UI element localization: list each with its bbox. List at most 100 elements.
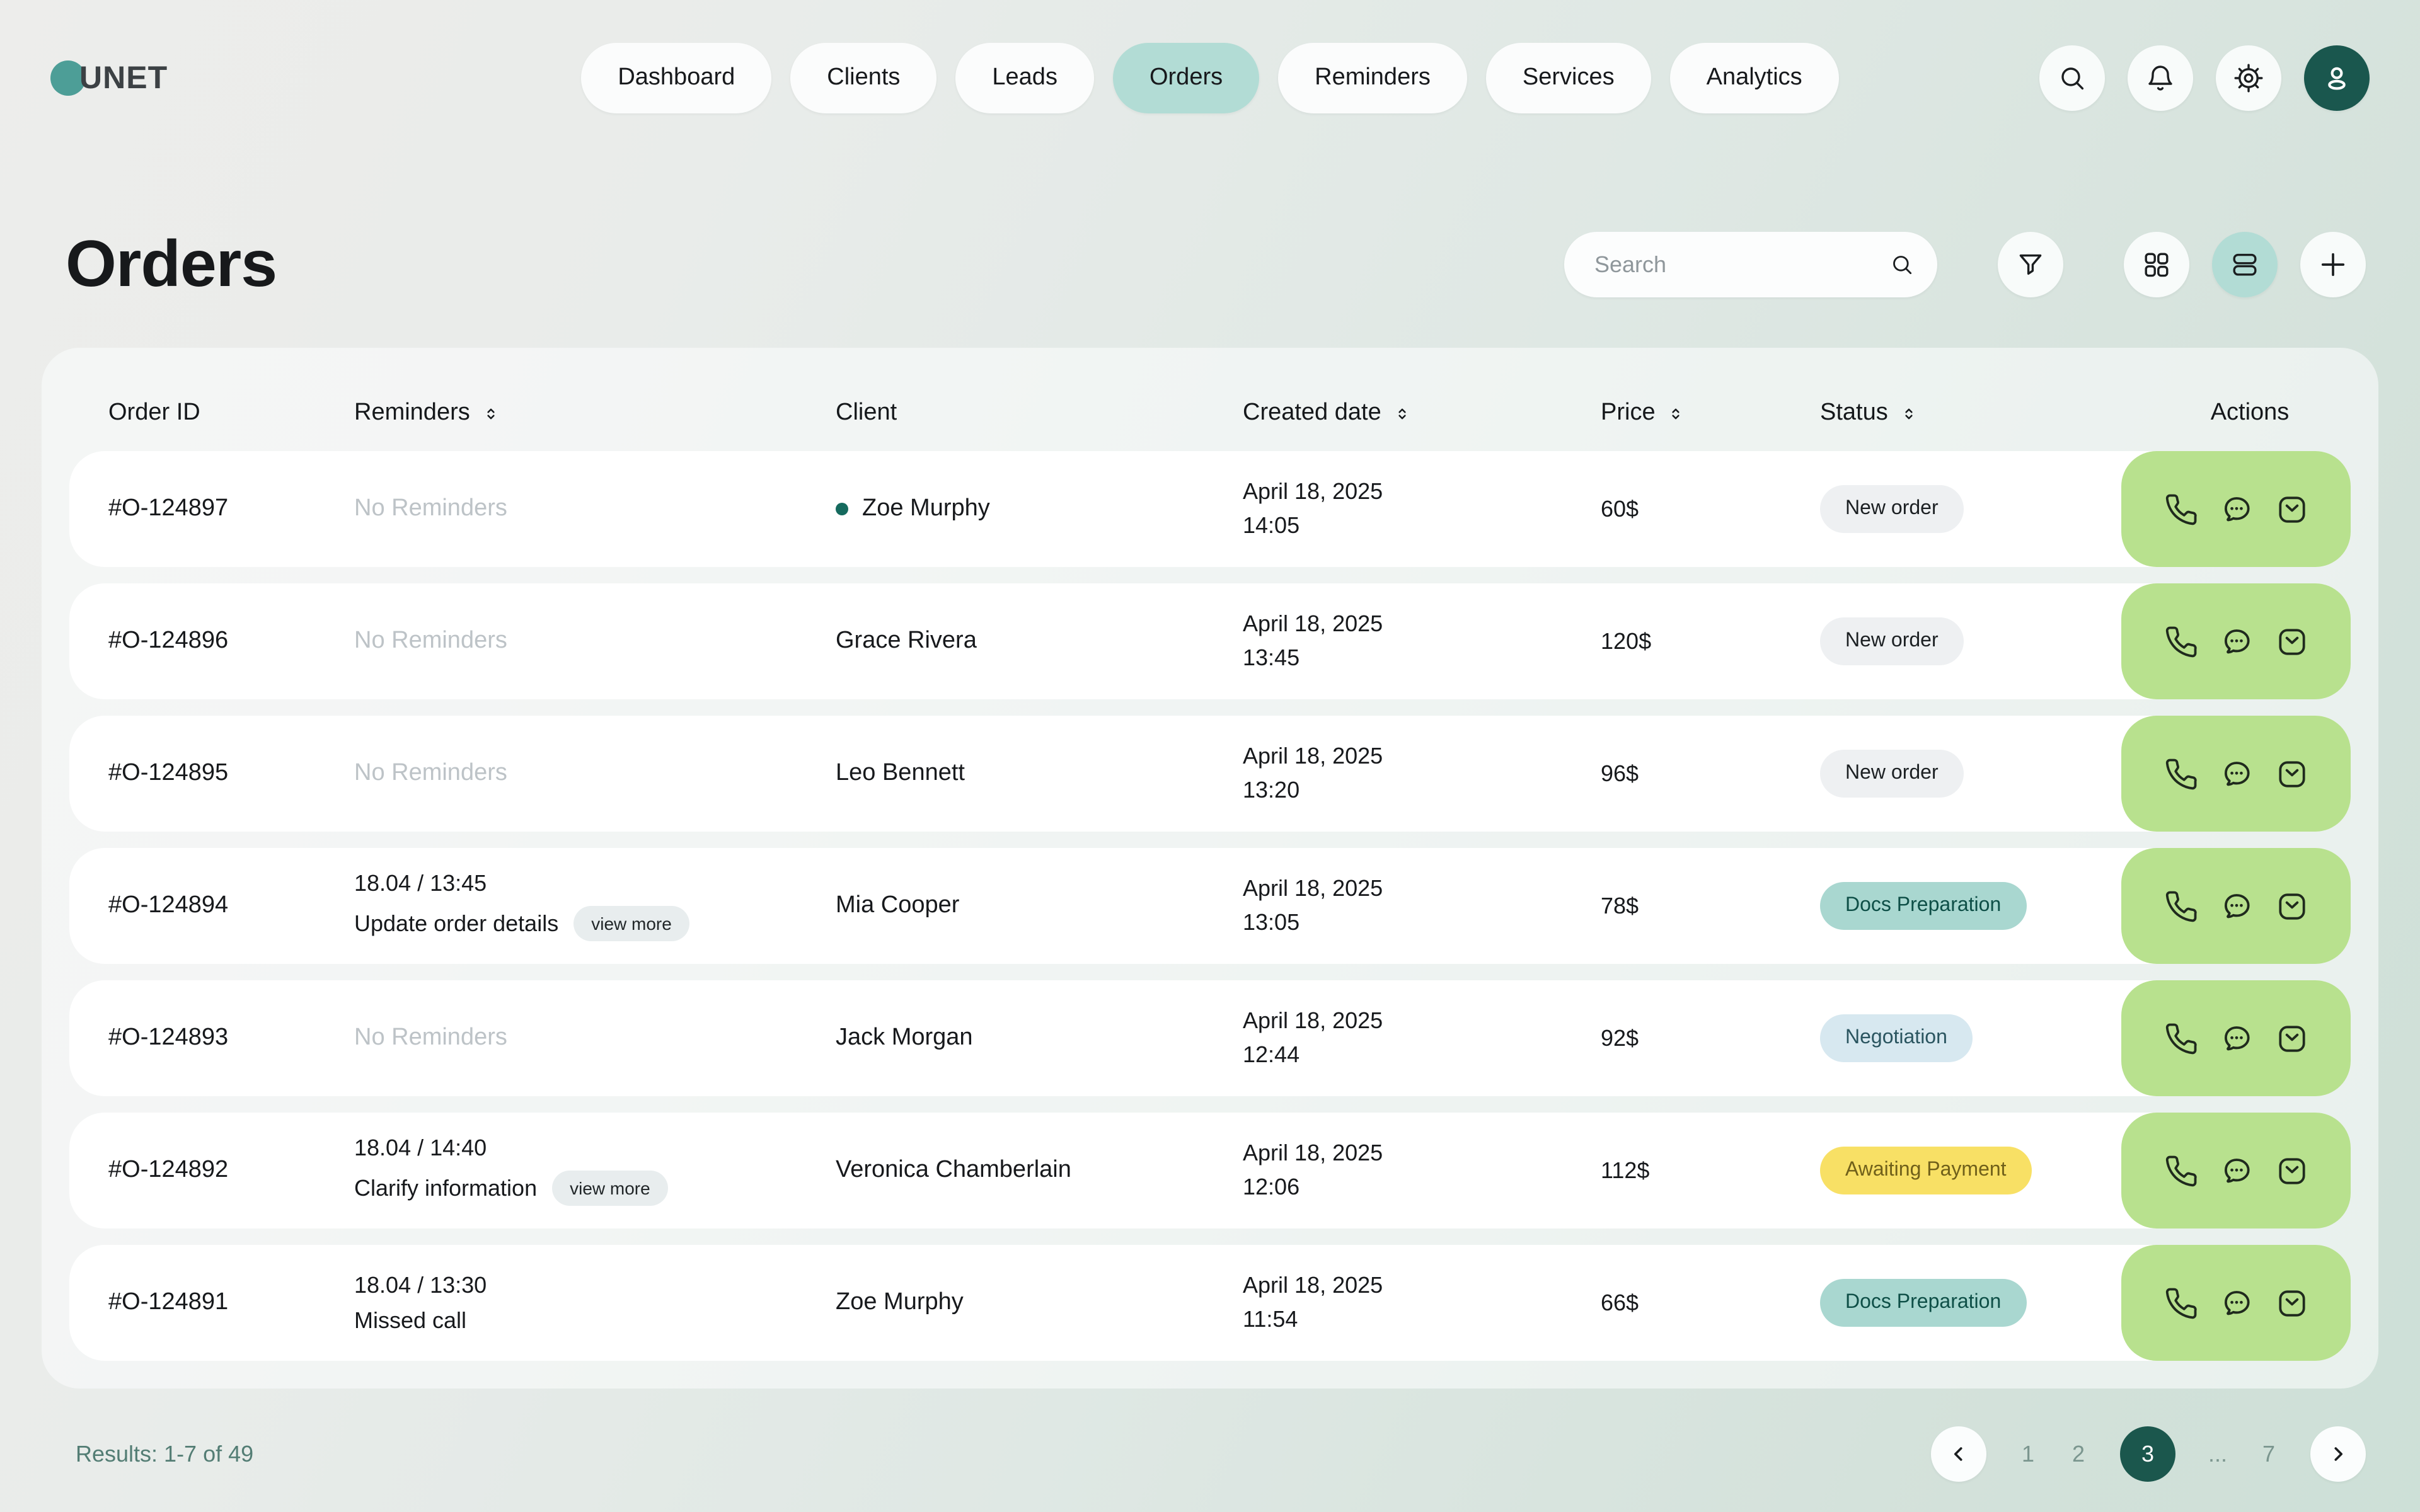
mail-button[interactable] bbox=[2274, 1021, 2308, 1055]
page-number[interactable]: 1 bbox=[2019, 1441, 2037, 1467]
status-cell: New order bbox=[1820, 617, 2135, 665]
call-button[interactable] bbox=[2164, 757, 2198, 791]
filter-button[interactable] bbox=[1998, 232, 2063, 297]
status-badge: Docs Preparation bbox=[1820, 882, 2026, 930]
nav-item-clients[interactable]: Clients bbox=[790, 43, 936, 113]
client-name: Grace Rivera bbox=[836, 627, 977, 655]
grid-view-icon bbox=[2141, 249, 2172, 280]
notifications-button[interactable] bbox=[2128, 45, 2193, 111]
column-header-client: Client bbox=[836, 399, 1243, 427]
chat-button[interactable] bbox=[2219, 624, 2253, 658]
created-date: April 18, 2025 bbox=[1243, 475, 1601, 509]
reminder-detail: 18.04 / 13:45 Update order details view … bbox=[354, 871, 836, 941]
chat-button[interactable] bbox=[2219, 889, 2253, 923]
results-count: Results: 1-7 of 49 bbox=[76, 1441, 253, 1467]
mail-button[interactable] bbox=[2274, 757, 2308, 791]
profile-button[interactable] bbox=[2304, 45, 2370, 111]
no-reminders-label: No Reminders bbox=[354, 1024, 507, 1051]
order-id: #O-124895 bbox=[108, 760, 354, 788]
nav-item-reminders[interactable]: Reminders bbox=[1278, 43, 1467, 113]
call-button[interactable] bbox=[2164, 1286, 2198, 1320]
mail-button[interactable] bbox=[2274, 624, 2308, 658]
sort-reminders-button[interactable] bbox=[481, 404, 500, 423]
sort-created-date-button[interactable] bbox=[1393, 404, 1412, 423]
sort-price-button[interactable] bbox=[1667, 404, 1686, 423]
status-cell: Docs Preparation bbox=[1820, 882, 2135, 930]
client-cell: Leo Bennett bbox=[836, 760, 1243, 788]
chat-button[interactable] bbox=[2219, 492, 2253, 526]
phone-icon bbox=[2164, 1154, 2198, 1188]
search-input[interactable] bbox=[1592, 250, 1889, 279]
call-button[interactable] bbox=[2164, 624, 2198, 658]
status-badge: New order bbox=[1820, 750, 1964, 798]
created-time: 13:05 bbox=[1243, 906, 1601, 940]
created-date: April 18, 2025 bbox=[1243, 1269, 1601, 1303]
created-time: 13:20 bbox=[1243, 774, 1601, 808]
status-badge: Negotiation bbox=[1820, 1014, 1973, 1062]
page-number[interactable]: 7 bbox=[2260, 1441, 2278, 1467]
nav-item-leads[interactable]: Leads bbox=[955, 43, 1094, 113]
nav-item-orders[interactable]: Orders bbox=[1113, 43, 1259, 113]
chat-bubble-icon bbox=[2219, 624, 2253, 658]
next-page-button[interactable] bbox=[2310, 1426, 2366, 1482]
sort-icon bbox=[1667, 404, 1686, 423]
mail-button[interactable] bbox=[2274, 889, 2308, 923]
sort-status-button[interactable] bbox=[1899, 404, 1918, 423]
mail-button[interactable] bbox=[2274, 492, 2308, 526]
status-cell: Awaiting Payment bbox=[1820, 1147, 2135, 1194]
order-id: #O-124896 bbox=[108, 627, 354, 655]
plus-icon bbox=[2317, 248, 2349, 281]
row-actions bbox=[2121, 716, 2351, 832]
call-button[interactable] bbox=[2164, 1021, 2198, 1055]
pagination: 1 2 3 ... 7 bbox=[1931, 1426, 2366, 1482]
logo[interactable]: UNET bbox=[50, 0, 168, 156]
top-bar: UNET Dashboard Clients Leads Orders Remi… bbox=[0, 0, 2420, 156]
order-id: #O-124892 bbox=[108, 1157, 354, 1184]
view-more-button[interactable]: view more bbox=[573, 906, 689, 941]
call-button[interactable] bbox=[2164, 1154, 2198, 1188]
table-row[interactable]: #O-124895 No Reminders Leo Bennett April… bbox=[69, 716, 2351, 832]
search-icon[interactable] bbox=[1889, 249, 1915, 280]
mail-button[interactable] bbox=[2274, 1154, 2308, 1188]
page-number-current[interactable]: 3 bbox=[2120, 1426, 2175, 1482]
search-button[interactable] bbox=[2039, 45, 2105, 111]
view-more-button[interactable]: view more bbox=[552, 1171, 668, 1206]
created-date: April 18, 2025 bbox=[1243, 872, 1601, 906]
order-id: #O-124891 bbox=[108, 1289, 354, 1317]
table-row[interactable]: #O-124891 18.04 / 13:30 Missed call Zoe … bbox=[69, 1245, 2351, 1361]
status-cell: Docs Preparation bbox=[1820, 1279, 2135, 1327]
settings-button[interactable] bbox=[2216, 45, 2281, 111]
price-cell: 66$ bbox=[1601, 1290, 1820, 1316]
table-row[interactable]: #O-124896 No Reminders Grace Rivera Apri… bbox=[69, 583, 2351, 699]
nav-item-services[interactable]: Services bbox=[1486, 43, 1651, 113]
status-cell: New order bbox=[1820, 485, 2135, 533]
table-row[interactable]: #O-124894 18.04 / 13:45 Update order det… bbox=[69, 848, 2351, 964]
reminder-text: Clarify information bbox=[354, 1175, 537, 1201]
created-date-cell: April 18, 2025 13:05 bbox=[1243, 872, 1601, 940]
add-order-button[interactable] bbox=[2300, 232, 2366, 297]
mail-button[interactable] bbox=[2274, 1286, 2308, 1320]
created-date: April 18, 2025 bbox=[1243, 1004, 1601, 1038]
chat-button[interactable] bbox=[2219, 757, 2253, 791]
client-cell: Zoe Murphy bbox=[836, 495, 1243, 523]
nav-item-dashboard[interactable]: Dashboard bbox=[581, 43, 771, 113]
status-cell: Negotiation bbox=[1820, 1014, 2135, 1062]
grid-view-button[interactable] bbox=[2124, 232, 2189, 297]
call-button[interactable] bbox=[2164, 889, 2198, 923]
table-row[interactable]: #O-124892 18.04 / 14:40 Clarify informat… bbox=[69, 1113, 2351, 1228]
chat-button[interactable] bbox=[2219, 1286, 2253, 1320]
created-date: April 18, 2025 bbox=[1243, 607, 1601, 641]
table-row[interactable]: #O-124893 No Reminders Jack Morgan April… bbox=[69, 980, 2351, 1096]
chat-button[interactable] bbox=[2219, 1154, 2253, 1188]
status-cell: New order bbox=[1820, 750, 2135, 798]
prev-page-button[interactable] bbox=[1931, 1426, 1986, 1482]
chat-button[interactable] bbox=[2219, 1021, 2253, 1055]
reminder-detail: 18.04 / 13:30 Missed call bbox=[354, 1272, 836, 1334]
page-number[interactable]: 2 bbox=[2070, 1441, 2087, 1467]
nav-item-analytics[interactable]: Analytics bbox=[1670, 43, 1839, 113]
client-name: Zoe Murphy bbox=[836, 1289, 964, 1317]
mail-icon bbox=[2274, 1154, 2308, 1188]
call-button[interactable] bbox=[2164, 492, 2198, 526]
list-view-button[interactable] bbox=[2212, 232, 2278, 297]
table-row[interactable]: #O-124897 No Reminders Zoe Murphy April … bbox=[69, 451, 2351, 567]
